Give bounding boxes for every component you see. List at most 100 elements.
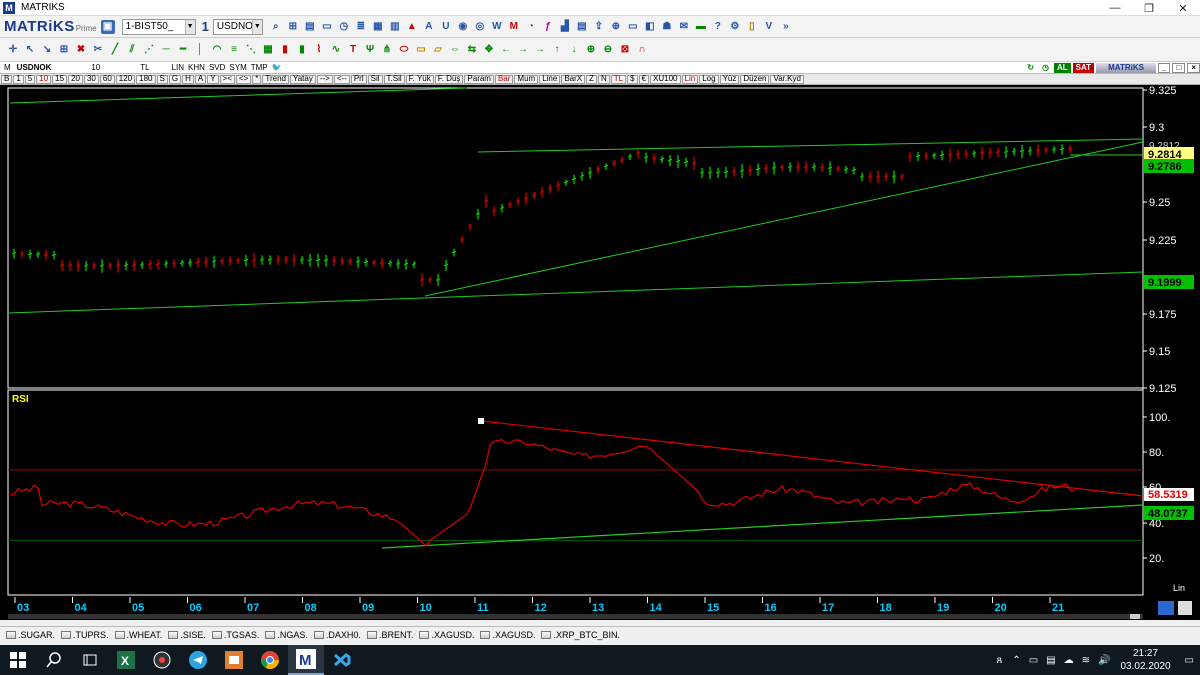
search-icon[interactable]: ⌕ <box>269 20 283 34</box>
save-icon[interactable]: ▣ <box>100 19 115 34</box>
trendline[interactable] <box>7 271 1144 314</box>
monitor-icon[interactable]: ▭ <box>320 20 334 34</box>
photos-icon[interactable] <box>216 645 252 675</box>
chart-period-label[interactable]: 10 <box>91 63 100 72</box>
symbol-tab[interactable]: .SUGAR. <box>6 630 55 640</box>
chart-currency-label[interactable]: TL <box>140 63 149 72</box>
period-button-27[interactable]: Param <box>464 74 494 84</box>
eraser-icon[interactable]: ✖ <box>74 43 88 57</box>
symbol-tab[interactable]: .XRP_BTC_BIN. <box>541 630 620 640</box>
cut-icon[interactable]: ✂ <box>91 43 105 57</box>
clock-icon[interactable]: ◷ <box>337 20 351 34</box>
menu-tmp[interactable]: TMP <box>251 63 268 72</box>
symbol-tab[interactable]: .DAXH0. <box>313 630 361 640</box>
refresh-icon[interactable]: ↻ <box>1024 63 1037 73</box>
notes-icon[interactable]: ▯ <box>745 20 759 34</box>
folder-icon[interactable]: ▭ <box>626 20 640 34</box>
battery-icon[interactable]: ▭ <box>1029 655 1038 666</box>
period-button-5[interactable]: 20 <box>68 74 83 84</box>
arrow-left-icon[interactable]: ← <box>499 43 513 57</box>
mail-icon[interactable]: M <box>507 20 521 34</box>
crosshair-icon[interactable]: ✛ <box>6 43 20 57</box>
period-button-21[interactable]: <-- <box>333 74 350 84</box>
period-button-31[interactable]: BarX <box>561 74 586 84</box>
envelope-icon[interactable]: ✉ <box>677 20 691 34</box>
symbol-tab[interactable]: .XAGUSD. <box>419 630 474 640</box>
vscode-icon[interactable] <box>324 645 360 675</box>
channel-tool-icon[interactable]: ⋰ <box>142 43 156 57</box>
period-button-38[interactable]: Lin <box>681 74 699 84</box>
wp-icon[interactable]: W <box>490 20 504 34</box>
u-icon[interactable]: U <box>439 20 453 34</box>
rsi-support-trendline[interactable] <box>381 504 1144 549</box>
panel-minimize-button[interactable]: _ <box>1158 62 1171 73</box>
period-button-16[interactable]: <> <box>235 74 252 84</box>
move-icon[interactable]: ✥ <box>482 43 496 57</box>
expand-icon[interactable]: ⇔ <box>448 43 462 57</box>
price-label-icon[interactable]: ▱ <box>431 43 445 57</box>
period-button-8[interactable]: 120 <box>115 74 136 84</box>
andrews-icon[interactable]: ⋔ <box>380 43 394 57</box>
volume-icon[interactable]: 🔊 <box>1098 655 1110 666</box>
period-button-42[interactable]: Var.Kyd <box>770 74 804 84</box>
ellipse-tool-icon[interactable]: ⬭ <box>397 43 411 57</box>
pin-icon[interactable]: ⊕ <box>609 20 623 34</box>
chevron-up-icon[interactable]: ⌃ <box>1012 655 1020 666</box>
period-button-36[interactable]: € <box>638 74 650 84</box>
period-button-1[interactable]: 1 <box>13 74 24 84</box>
rsi-resistance-trendline[interactable] <box>481 420 1144 497</box>
period-button-35[interactable]: $ <box>627 74 638 84</box>
menu-khn[interactable]: KHN <box>188 63 205 72</box>
a-icon[interactable]: A <box>422 20 436 34</box>
m-button[interactable]: M <box>4 63 11 72</box>
arc-tool-icon[interactable]: ◠ <box>210 43 224 57</box>
list-icon[interactable]: ≣ <box>354 20 368 34</box>
v-icon[interactable]: V <box>762 20 776 34</box>
menu-svd[interactable]: SVD <box>209 63 225 72</box>
media-icon[interactable] <box>144 645 180 675</box>
minimize-button[interactable]: — <box>1098 0 1132 16</box>
symbol-tab[interactable]: .TGSAS. <box>211 630 259 640</box>
twitter-icon[interactable]: 🐦 <box>272 63 282 72</box>
wifi-icon[interactable]: ≋ <box>1082 655 1090 666</box>
zoom-icon[interactable]: ⊞ <box>57 43 71 57</box>
symbol-tab[interactable]: .WHEAT. <box>114 630 162 640</box>
period-button-33[interactable]: N <box>598 74 610 84</box>
pie-icon[interactable]: ◔ <box>524 20 538 34</box>
telegram-icon[interactable] <box>180 645 216 675</box>
period-button-20[interactable]: --> <box>316 74 333 84</box>
symbol-tab[interactable]: .BRENT. <box>366 630 413 640</box>
refresh-chart-icon[interactable] <box>1158 601 1174 615</box>
line-tool-icon[interactable]: ╱ <box>108 43 122 57</box>
trendline[interactable] <box>424 141 1144 297</box>
magnet-icon[interactable]: ∩ <box>635 43 649 57</box>
arrow-diagonal-icon[interactable]: ↖ <box>23 43 37 57</box>
gann-tool-icon[interactable]: ▦ <box>261 43 275 57</box>
windows-start-icon[interactable] <box>0 645 36 675</box>
period-button-9[interactable]: 180 <box>136 74 156 84</box>
wave-tool-icon[interactable]: ∿ <box>329 43 343 57</box>
period-button-34[interactable]: TL <box>610 74 627 84</box>
period-button-28[interactable]: Bar <box>494 74 514 84</box>
period-button-12[interactable]: H <box>182 74 194 84</box>
period-button-19[interactable]: Yatay <box>289 74 316 84</box>
pitchfork-icon[interactable]: Ψ <box>363 43 377 57</box>
task-view-icon[interactable] <box>72 645 108 675</box>
hline-tool-icon[interactable]: ─ <box>159 43 173 57</box>
period-button-10[interactable]: S <box>156 74 168 84</box>
cloud-icon[interactable]: ☁ <box>1064 655 1074 666</box>
grid-icon[interactable]: ▦ <box>371 20 385 34</box>
calendar-icon[interactable]: ▥ <box>388 20 402 34</box>
maximize-button[interactable]: ❐ <box>1132 0 1166 16</box>
chart-svg[interactable]: 9.3259.39.259.2259.1759.159.1259.28129.2… <box>0 85 1200 620</box>
page-number[interactable]: 1 <box>202 19 209 34</box>
period-button-11[interactable]: G <box>168 74 182 84</box>
user-icon[interactable]: ☗ <box>660 20 674 34</box>
search-icon[interactable] <box>36 645 72 675</box>
function-icon[interactable]: ƒ <box>541 20 555 34</box>
period-button-25[interactable]: F. Yük <box>405 74 434 84</box>
symbol-tab[interactable]: .NGAS. <box>265 630 308 640</box>
symbol-tab[interactable]: .XAGUSD. <box>480 630 535 640</box>
upload-icon[interactable]: ⇪ <box>592 20 606 34</box>
fan-tool-icon[interactable]: ⋱ <box>244 43 258 57</box>
